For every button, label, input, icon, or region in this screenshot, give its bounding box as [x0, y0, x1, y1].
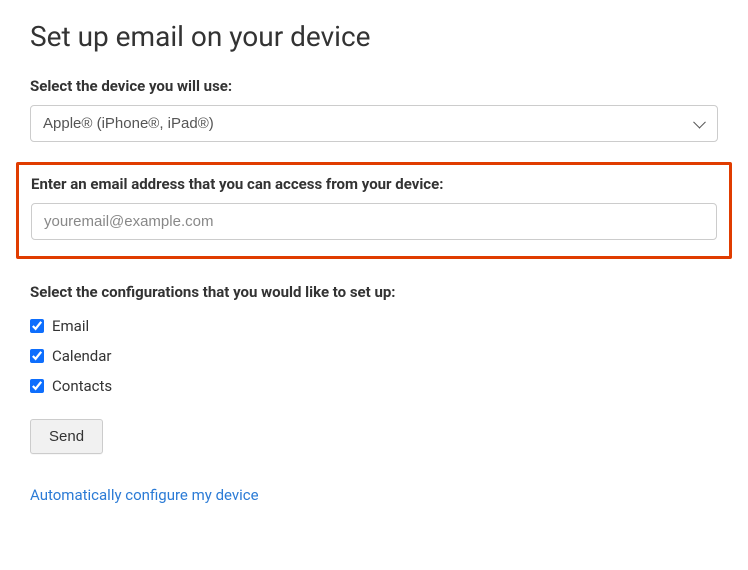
- device-select[interactable]: Apple® (iPhone®, iPad®): [30, 105, 718, 142]
- auto-configure-link[interactable]: Automatically configure my device: [30, 486, 259, 504]
- email-label: Enter an email address that you can acce…: [31, 175, 717, 193]
- send-button[interactable]: Send: [30, 419, 103, 454]
- device-label: Select the device you will use:: [30, 77, 718, 95]
- email-input[interactable]: [31, 203, 717, 240]
- page-title: Set up email on your device: [30, 20, 718, 53]
- checkbox-email[interactable]: [30, 319, 44, 333]
- checkbox-contacts[interactable]: [30, 379, 44, 393]
- checkbox-label-calendar[interactable]: Calendar: [52, 347, 112, 365]
- email-highlight-box: Enter an email address that you can acce…: [16, 162, 732, 259]
- checkbox-calendar[interactable]: [30, 349, 44, 363]
- checkbox-label-email[interactable]: Email: [52, 317, 89, 335]
- configs-label: Select the configurations that you would…: [30, 283, 718, 301]
- checkbox-label-contacts[interactable]: Contacts: [52, 377, 112, 395]
